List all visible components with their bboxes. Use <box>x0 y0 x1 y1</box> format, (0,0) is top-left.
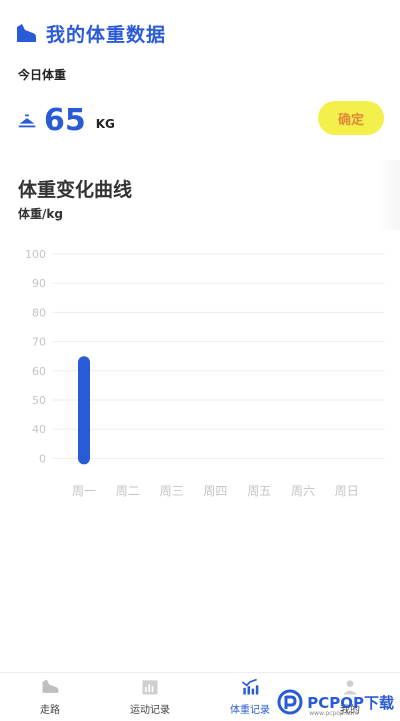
tab-exercise-record-label: 运动记录 <box>130 705 170 716</box>
confirm-button[interactable]: 确定 <box>318 101 384 135</box>
x-tick-label: 周三 <box>160 484 184 498</box>
page-header: 我的体重数据 <box>14 18 166 48</box>
x-tick-label: 周四 <box>203 484 227 498</box>
scale-icon <box>18 114 36 128</box>
bar-1 <box>78 356 90 465</box>
tab-walk[interactable]: 走路 <box>10 677 90 719</box>
y-tick-label: 90 <box>32 277 46 290</box>
y-tick-label: 40 <box>32 423 46 436</box>
shoe-icon <box>17 24 36 42</box>
shoe-icon <box>42 679 59 693</box>
chart-unit-label: 体重/kg <box>18 207 63 221</box>
y-tick-label: 60 <box>32 365 46 378</box>
x-tick-label: 周二 <box>116 484 140 498</box>
y-tick-label: 80 <box>32 306 46 319</box>
page-title: 我的体重数据 <box>46 23 167 46</box>
tab-weight-record-label: 体重记录 <box>230 705 270 716</box>
weight-bar-chart: 100 90 80 70 60 50 40 0 周一 周二 周三 周四 周五 周六 周日 <box>25 248 385 498</box>
pcpop-logo-icon <box>277 689 303 715</box>
y-tick-label: 70 <box>32 336 46 349</box>
x-tick-label: 周一 <box>72 484 96 498</box>
y-tick-label: 100 <box>25 248 46 261</box>
y-tick-label: 50 <box>32 394 46 407</box>
x-tick-label: 周日 <box>335 484 359 498</box>
x-tick-label: 周六 <box>291 484 315 498</box>
watermark: PCPOP下载 www.pcpop.com <box>277 684 394 720</box>
x-tick-label: 周五 <box>247 484 271 498</box>
today-weight-label: 今日体重 <box>18 68 67 82</box>
watermark-subtext: www.pcpop.com <box>309 710 359 717</box>
today-weight-row: 65 KG <box>16 100 115 140</box>
bar-chart-icon <box>142 680 158 695</box>
weight-chart-icon <box>241 678 259 695</box>
tab-exercise-record[interactable]: 运动记录 <box>110 677 190 719</box>
tab-walk-label: 走路 <box>40 705 60 716</box>
today-weight-value: 65 <box>44 102 86 138</box>
card-edge <box>378 160 400 230</box>
today-weight-unit: KG <box>95 117 115 131</box>
chart-title: 体重变化曲线 <box>18 179 133 201</box>
y-tick-label: 0 <box>39 452 46 465</box>
